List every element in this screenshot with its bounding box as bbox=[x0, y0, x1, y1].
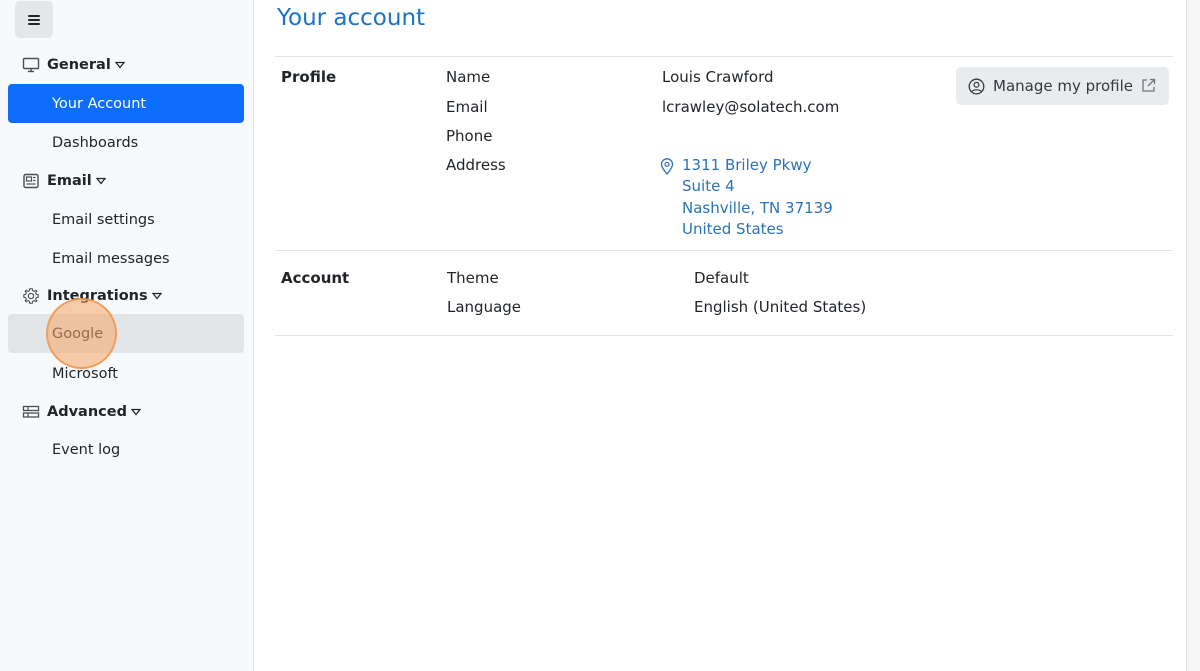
address-link[interactable]: Suite 4 bbox=[682, 177, 735, 195]
page-title: Your account bbox=[277, 5, 426, 31]
sidebar-item-email-settings[interactable]: Email settings bbox=[8, 200, 244, 239]
nav-group-label: Integrations bbox=[47, 288, 148, 304]
address-link[interactable]: Nashville, TN 37139 bbox=[682, 199, 833, 217]
email-label: Email bbox=[446, 98, 488, 116]
sidebar-item-your-account[interactable]: Your Account bbox=[8, 84, 244, 123]
sidebar-item-google[interactable]: Google bbox=[8, 314, 244, 353]
caret-down-icon bbox=[95, 177, 106, 185]
sidebar-item-label: Your Account bbox=[52, 95, 147, 112]
divider bbox=[275, 335, 1173, 336]
menu-toggle-button[interactable] bbox=[15, 1, 53, 38]
language-value: English (United States) bbox=[694, 298, 867, 316]
nav-group-integrations[interactable]: Integrations bbox=[22, 285, 162, 307]
divider bbox=[275, 56, 1173, 57]
gear-icon bbox=[22, 287, 40, 305]
nav-group-label: Advanced bbox=[47, 404, 127, 420]
nav-group-label: General bbox=[47, 57, 111, 73]
sidebar-item-microsoft[interactable]: Microsoft bbox=[8, 354, 244, 393]
sidebar-item-label: Email messages bbox=[52, 250, 170, 267]
map-pin-icon bbox=[660, 158, 674, 175]
sidebar-item-label: Event log bbox=[52, 441, 121, 458]
sidebar-item-label: Google bbox=[52, 325, 104, 342]
sidebar: General Your Account Dashboards Email Em… bbox=[0, 0, 254, 671]
email-value: lcrawley@solatech.com bbox=[662, 98, 840, 116]
sidebar-item-event-log[interactable]: Event log bbox=[8, 430, 244, 469]
caret-down-icon bbox=[130, 408, 141, 416]
theme-label: Theme bbox=[447, 269, 499, 287]
phone-label: Phone bbox=[446, 127, 493, 145]
address-link[interactable]: 1311 Briley Pkwy bbox=[682, 156, 812, 174]
caret-down-icon bbox=[151, 292, 162, 300]
divider bbox=[275, 250, 1173, 251]
hamburger-icon bbox=[28, 14, 40, 25]
address-label: Address bbox=[446, 156, 506, 174]
sidebar-item-email-messages[interactable]: Email messages bbox=[8, 239, 244, 278]
address-link[interactable]: United States bbox=[682, 220, 784, 238]
nav-group-email[interactable]: Email bbox=[22, 170, 106, 192]
sidebar-item-label: Microsoft bbox=[52, 365, 118, 382]
language-label: Language bbox=[447, 298, 522, 316]
sidebar-item-label: Dashboards bbox=[52, 134, 139, 151]
newspaper-icon bbox=[22, 172, 40, 190]
manage-profile-label: Manage my profile bbox=[993, 77, 1133, 95]
profile-section-label: Profile bbox=[281, 68, 337, 86]
table-icon bbox=[22, 403, 40, 421]
nav-group-advanced[interactable]: Advanced bbox=[22, 401, 141, 423]
nav-group-label: Email bbox=[47, 173, 92, 189]
user-circle-icon bbox=[968, 78, 985, 95]
external-link-icon bbox=[1140, 77, 1157, 94]
manage-profile-button[interactable]: Manage my profile bbox=[956, 67, 1169, 105]
sidebar-item-label: Email settings bbox=[52, 211, 155, 228]
caret-down-icon bbox=[114, 61, 125, 69]
scrollbar[interactable] bbox=[1186, 0, 1200, 671]
account-section-label: Account bbox=[281, 269, 350, 287]
monitor-icon bbox=[22, 56, 40, 74]
sidebar-item-dashboards[interactable]: Dashboards bbox=[8, 123, 244, 162]
name-label: Name bbox=[446, 68, 491, 86]
theme-value: Default bbox=[694, 269, 749, 287]
name-value: Louis Crawford bbox=[662, 68, 774, 86]
nav-group-general[interactable]: General bbox=[22, 54, 125, 76]
